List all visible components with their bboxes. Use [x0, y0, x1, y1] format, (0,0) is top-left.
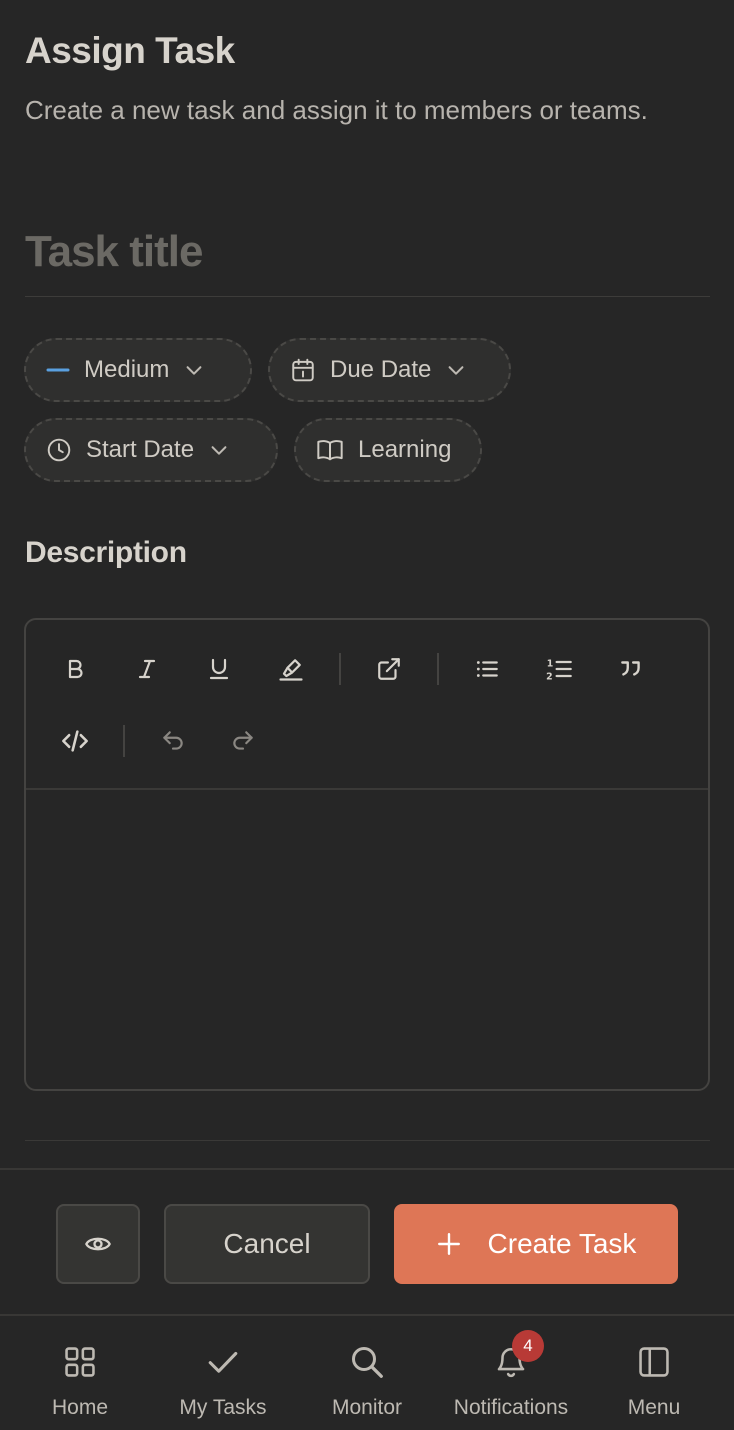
- toolbar-separator: [339, 653, 341, 685]
- nav-label-home: Home: [51, 1396, 109, 1419]
- eye-icon: [85, 1237, 111, 1251]
- nav-label-menu: Menu: [627, 1396, 681, 1419]
- nav-label-my-tasks: My Tasks: [179, 1396, 267, 1419]
- priority-chip[interactable]: Medium: [24, 338, 252, 402]
- sidebar-panel-icon: [639, 1347, 669, 1377]
- priority-medium-icon: [46, 368, 70, 372]
- start-date-chip[interactable]: Start Date: [24, 418, 278, 482]
- chevron-down-icon: [448, 366, 464, 375]
- page-subtitle: Create a new task and assign it to membe…: [25, 95, 648, 125]
- priority-label: Medium: [84, 356, 170, 383]
- bullet-list-icon[interactable]: [467, 649, 507, 689]
- cancel-button[interactable]: Cancel: [164, 1204, 370, 1284]
- create-task-button[interactable]: Create Task: [394, 1204, 678, 1284]
- nav-item-my-tasks[interactable]: My Tasks: [168, 1316, 278, 1430]
- assign-task-page: Assign Task Create a new task and assign…: [0, 0, 734, 1430]
- quote-icon[interactable]: [611, 649, 651, 689]
- link-icon[interactable]: [369, 649, 409, 689]
- start-date-label: Start Date: [86, 436, 195, 463]
- chevron-down-icon: [211, 446, 227, 455]
- nav-item-monitor[interactable]: Monitor: [317, 1316, 417, 1430]
- description-content-area[interactable]: [26, 792, 708, 1089]
- task-title-input[interactable]: [25, 222, 710, 297]
- bold-icon[interactable]: [55, 649, 95, 689]
- svg-text:2: 2: [546, 672, 553, 683]
- due-date-chip[interactable]: Due Date: [268, 338, 511, 402]
- create-task-label: Create Task: [487, 1228, 637, 1259]
- action-bar: Cancel Create Task: [0, 1168, 734, 1314]
- bottom-nav: Home My Tasks Monitor 4 Notifications Me…: [0, 1314, 734, 1430]
- chevron-down-icon: [186, 366, 202, 375]
- clock-icon: [47, 438, 71, 462]
- nav-label-notifications: Notifications: [453, 1396, 569, 1419]
- nav-item-menu[interactable]: Menu: [604, 1316, 704, 1430]
- ordered-list-icon[interactable]: 12: [539, 649, 579, 689]
- check-icon: [208, 1351, 238, 1373]
- redo-icon[interactable]: [223, 721, 263, 761]
- search-icon: [352, 1347, 383, 1378]
- page-title: Assign Task: [25, 30, 235, 71]
- italic-icon[interactable]: [127, 649, 167, 689]
- nav-item-home[interactable]: Home: [30, 1316, 130, 1430]
- editor-toolbar: 12: [26, 620, 708, 790]
- code-icon[interactable]: [55, 721, 95, 761]
- notification-badge: 4: [512, 1330, 544, 1362]
- undo-icon[interactable]: [153, 721, 193, 761]
- calendar-icon: [292, 358, 314, 382]
- nav-item-notifications[interactable]: 4 Notifications: [445, 1316, 577, 1430]
- nav-label-monitor: Monitor: [331, 1396, 403, 1419]
- description-label: Description: [25, 536, 187, 569]
- underline-icon[interactable]: [199, 649, 239, 689]
- svg-text:1: 1: [547, 659, 554, 670]
- form-divider: [25, 1140, 710, 1141]
- toolbar-separator: [437, 653, 439, 685]
- toolbar-separator: [123, 725, 125, 757]
- plus-icon: [437, 1233, 460, 1255]
- category-label: Learning: [358, 436, 452, 463]
- preview-button[interactable]: [56, 1204, 140, 1284]
- due-date-label: Due Date: [330, 356, 432, 383]
- description-editor: 12: [24, 618, 710, 1091]
- highlight-icon[interactable]: [271, 649, 311, 689]
- category-chip[interactable]: Learning: [294, 418, 482, 482]
- book-open-icon: [317, 440, 343, 461]
- home-grid-icon: [65, 1347, 95, 1377]
